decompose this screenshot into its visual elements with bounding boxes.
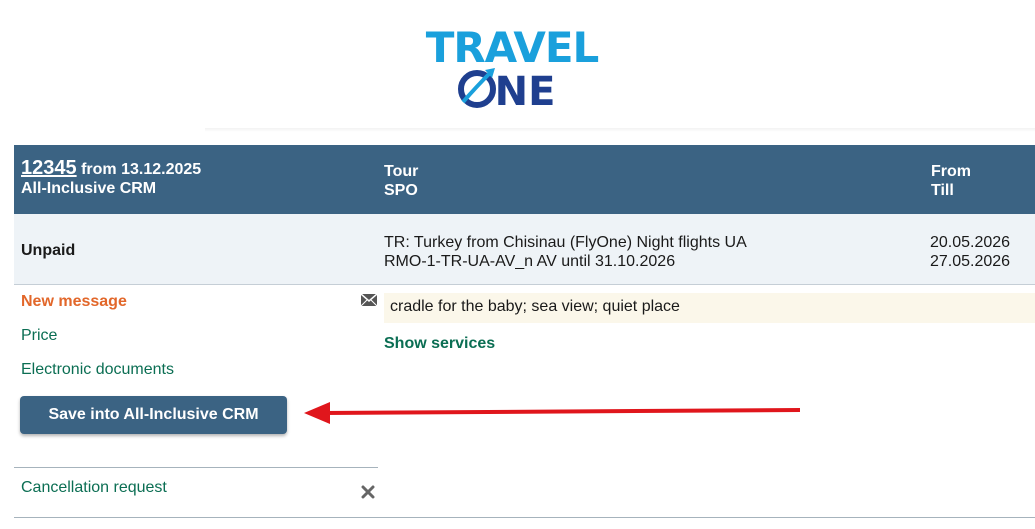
- order-date: from 13.12.2025: [81, 161, 202, 178]
- tour-spo-headings: Tour SPO: [384, 162, 418, 200]
- order-header: 12345 from 13.12.2025 All-Inclusive CRM …: [14, 145, 1035, 214]
- svg-text:TRAVEL: TRAVEL: [426, 24, 599, 72]
- order-number-link[interactable]: 12345: [21, 157, 77, 179]
- travel-dates: 20.05.2026 27.05.2026: [930, 233, 1010, 271]
- tour-name: TR: Turkey from Chisinau (FlyOne) Night …: [384, 234, 747, 251]
- from-heading: From: [931, 163, 971, 180]
- save-into-crm-button[interactable]: Save into All-Inclusive CRM: [20, 396, 287, 434]
- logo-swoosh-icon: [458, 68, 496, 108]
- date-headings: From Till: [931, 162, 971, 200]
- order-status-row: Unpaid TR: Turkey from Chisinau (FlyOne)…: [14, 214, 1035, 285]
- spo-name: RMO-1-TR-UA-AV_n AV until 31.10.2026: [384, 253, 676, 270]
- logo-divider: [205, 128, 1035, 132]
- show-services-link[interactable]: Show services: [384, 335, 495, 353]
- electronic-documents-link[interactable]: Electronic documents: [21, 361, 174, 379]
- payment-status: Unpaid: [21, 242, 76, 259]
- travel-one-logo: TRAVEL NE: [419, 24, 605, 110]
- order-notes: cradle for the baby; sea view; quiet pla…: [384, 293, 1035, 323]
- close-icon[interactable]: [361, 485, 375, 499]
- new-message-link[interactable]: New message: [21, 293, 127, 311]
- envelope-icon[interactable]: [360, 293, 378, 307]
- actions-divider: [14, 467, 378, 468]
- arrow-annotation-icon: [302, 400, 802, 428]
- tour-heading: Tour: [384, 163, 419, 180]
- cancellation-request-link[interactable]: Cancellation request: [21, 479, 167, 497]
- date-till: 27.05.2026: [930, 253, 1011, 270]
- bottom-divider: [14, 517, 1035, 518]
- date-from: 20.05.2026: [930, 234, 1011, 251]
- spo-heading: SPO: [384, 182, 418, 199]
- order-summary: 12345 from 13.12.2025 All-Inclusive CRM: [21, 157, 202, 198]
- till-heading: Till: [931, 182, 954, 199]
- svg-text:NE: NE: [495, 69, 556, 110]
- tour-info: TR: Turkey from Chisinau (FlyOne) Night …: [384, 233, 747, 271]
- price-link[interactable]: Price: [21, 327, 57, 345]
- crm-label: All-Inclusive CRM: [21, 180, 157, 197]
